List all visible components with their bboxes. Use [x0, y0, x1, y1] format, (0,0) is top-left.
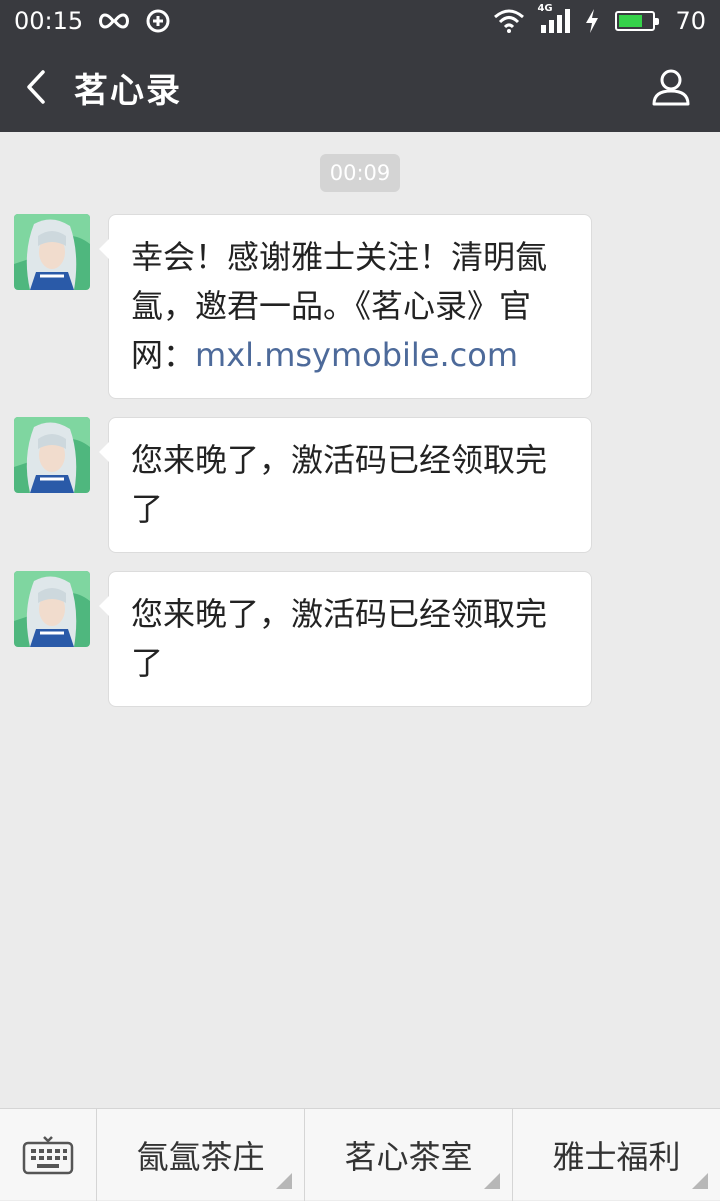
status-bar: 00:15 4G 70: [0, 0, 720, 42]
chevron-left-icon: [27, 70, 45, 104]
infinity-icon: [97, 11, 131, 31]
chat-area[interactable]: 00:09 幸会！感谢雅士关注！清明氤氲，邀君一品。《茗心录》官网：mxl.ms…: [0, 132, 720, 1108]
signal-icon: 4G: [537, 3, 571, 33]
battery-level: [619, 15, 642, 27]
wifi-icon: [493, 9, 525, 33]
submenu-indicator-icon: [692, 1173, 708, 1189]
person-icon: [652, 69, 690, 106]
page-title: 茗心录: [74, 70, 182, 111]
avatar[interactable]: [14, 417, 90, 493]
message-bubble[interactable]: 您来晚了，激活码已经领取完了: [99, 417, 592, 553]
charging-icon: [585, 9, 599, 33]
message-bubble[interactable]: 幸会！感谢雅士关注！清明氤氲，邀君一品。《茗心录》官网：mxl.msymobil…: [99, 214, 592, 399]
menu-item-tea-house[interactable]: 氤氲茶庄: [97, 1109, 305, 1201]
website-link[interactable]: mxl.msymobile.com: [195, 336, 518, 374]
network-type: 4G: [537, 3, 553, 14]
message-text: 您来晚了，激活码已经领取完了: [131, 441, 548, 528]
profile-button[interactable]: [648, 64, 694, 110]
battery-percent: 70: [675, 7, 706, 35]
message-text: 您来晚了，激活码已经领取完了: [131, 595, 548, 682]
menu-item-label: 雅士福利: [552, 1138, 681, 1176]
back-button[interactable]: [0, 42, 72, 132]
submenu-indicator-icon: [484, 1173, 500, 1189]
submenu-indicator-icon: [276, 1173, 292, 1189]
bottom-menu: 氤氲茶庄 茗心茶室 雅士福利: [0, 1108, 720, 1201]
avatar[interactable]: [14, 571, 90, 647]
title-bar: 茗心录: [0, 42, 720, 132]
status-time: 00:15: [14, 7, 84, 35]
menu-item-tea-room[interactable]: 茗心茶室: [305, 1109, 513, 1201]
message-bubble[interactable]: 您来晚了，激活码已经领取完了: [99, 571, 592, 707]
menu-item-label: 氤氲茶庄: [136, 1138, 265, 1176]
keyboard-icon: [22, 1136, 74, 1175]
battery-icon: [615, 11, 660, 31]
sync-icon: [145, 8, 171, 34]
menu-item-label: 茗心茶室: [344, 1138, 473, 1176]
avatar[interactable]: [14, 214, 90, 290]
keyboard-toggle-button[interactable]: [0, 1109, 97, 1201]
menu-item-benefits[interactable]: 雅士福利: [513, 1109, 720, 1201]
timestamp-badge: 00:09: [320, 154, 400, 192]
